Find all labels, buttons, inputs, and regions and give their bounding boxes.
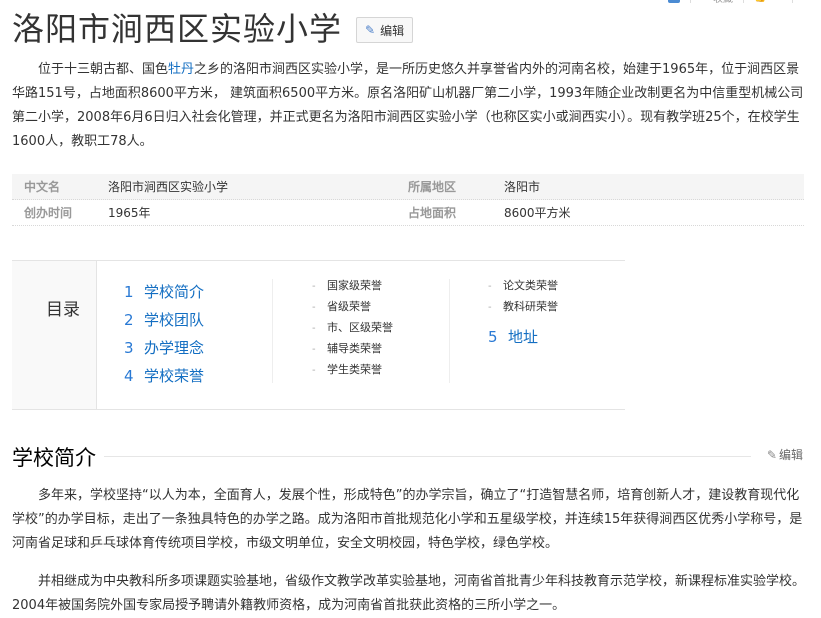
bullet-icon: - bbox=[312, 365, 316, 376]
toc-subitem[interactable]: - 省级荣誉 bbox=[312, 296, 393, 317]
toc-heading: 目录 bbox=[46, 300, 80, 320]
section-title: 学校简介 bbox=[12, 442, 104, 472]
toc-column-1: 1 学校简介 2 学校团队 3 办学理念 4 学校荣誉 bbox=[124, 278, 204, 390]
toc-text: 学校简介 bbox=[144, 283, 205, 301]
toolbar-divider bbox=[743, 0, 745, 3]
toc-subitem[interactable]: - 论文类荣誉 bbox=[488, 275, 558, 296]
intro-text-1: 位于十三朝古都、国色 bbox=[38, 62, 169, 77]
peony-link[interactable]: 牡丹 bbox=[168, 62, 194, 77]
info-value: 1965年 bbox=[108, 206, 151, 220]
toc-subitem[interactable]: - 教科研荣誉 bbox=[488, 296, 558, 317]
pencil-icon: ✎ bbox=[365, 23, 376, 37]
toc-item-philosophy[interactable]: 3 办学理念 bbox=[124, 334, 204, 362]
info-value: 洛阳市 bbox=[504, 180, 541, 194]
toc-subitem-text: 辅导类荣誉 bbox=[327, 342, 382, 355]
bullet-icon: - bbox=[488, 281, 492, 292]
section-divider bbox=[12, 456, 751, 457]
like-count: 97 bbox=[770, 0, 783, 3]
toc-item-honors[interactable]: 4 学校荣誉 bbox=[124, 362, 204, 390]
section-paragraph: 并相继成为中央教科所多项课题实验基地，省级作文教学改革实验基地，河南省首批青少年… bbox=[12, 574, 806, 613]
toc-subitem[interactable]: - 国家级荣誉 bbox=[312, 275, 393, 296]
pencil-icon: ✎ bbox=[766, 448, 777, 462]
intro-paragraph: 位于十三朝古都、国色牡丹之乡的洛阳市涧西区实验小学，是一所历史悠久并享誉省内外的… bbox=[12, 58, 807, 154]
toc-text: 地址 bbox=[508, 328, 539, 346]
toc-num: 3 bbox=[124, 339, 134, 357]
toc-num: 2 bbox=[124, 311, 134, 329]
bullet-icon: - bbox=[312, 323, 316, 334]
edit-button[interactable]: ✎ 编辑 bbox=[356, 17, 414, 43]
bullet-icon: - bbox=[312, 302, 316, 313]
toc-subitem-text: 国家级荣誉 bbox=[327, 279, 382, 292]
share-button[interactable] bbox=[668, 0, 681, 3]
toc-column-2: - 国家级荣誉 - 省级荣誉 - 市、区级荣誉 - 辅导类荣誉 - 学生类荣誉 bbox=[312, 275, 393, 380]
thumb-icon: 👍 bbox=[754, 0, 766, 3]
section-edit-label: 编辑 bbox=[778, 448, 803, 462]
info-row: 中文名 洛阳市涧西区实验小学 所属地区 洛阳市 bbox=[12, 174, 804, 200]
basic-info-table: 中文名 洛阳市涧西区实验小学 所属地区 洛阳市 创办时间 1965年 占地面积 … bbox=[12, 174, 804, 226]
top-toolbar: ★收藏 👍97 ↗0 bbox=[668, 0, 821, 6]
bullet-icon: - bbox=[312, 344, 316, 355]
collect-button[interactable]: ★收藏 bbox=[701, 0, 733, 5]
toc-header: 目录 bbox=[12, 261, 97, 409]
toc-subitem-text: 论文类荣誉 bbox=[503, 279, 558, 292]
toc-subitem[interactable]: - 市、区级荣誉 bbox=[312, 317, 393, 338]
section-edit-button[interactable]: ✎ 编辑 bbox=[767, 446, 803, 463]
share-count-button[interactable]: ↗0 bbox=[803, 0, 821, 3]
share-count: 0 bbox=[815, 0, 821, 3]
collect-label: 收藏 bbox=[713, 0, 733, 5]
table-of-contents: 目录 1 学校简介 2 学校团队 3 办学理念 4 学校荣誉 - 国家级荣誉 - 省级荣誉 … bbox=[12, 260, 625, 410]
share-icon bbox=[668, 0, 681, 3]
toc-item-address[interactable]: 5 地址 bbox=[488, 323, 558, 351]
title-row: 洛阳市涧西区实验小学 ✎ 编辑 bbox=[12, 8, 414, 50]
toc-text: 办学理念 bbox=[144, 339, 205, 357]
toc-text: 学校荣誉 bbox=[144, 367, 205, 385]
toc-column-3: - 论文类荣誉 - 教科研荣誉 5 地址 bbox=[488, 275, 558, 351]
bullet-icon: - bbox=[488, 302, 492, 313]
toc-divider bbox=[272, 279, 273, 383]
toc-text: 学校团队 bbox=[144, 311, 205, 329]
toolbar-divider bbox=[792, 0, 794, 3]
toc-num: 5 bbox=[488, 328, 498, 346]
info-row: 创办时间 1965年 占地面积 8600平方米 bbox=[12, 200, 804, 226]
page-title: 洛阳市涧西区实验小学 bbox=[12, 10, 343, 48]
section-paragraph: 多年来，学校坚持“以人为本，全面育人，发展个性，形成特色”的办学宗旨，确立了“打… bbox=[12, 488, 803, 551]
star-icon: ★ bbox=[701, 0, 710, 3]
info-label: 中文名 bbox=[24, 180, 61, 194]
edit-label: 编辑 bbox=[380, 23, 405, 38]
like-button[interactable]: 👍 97 bbox=[754, 0, 782, 3]
toolbar-divider bbox=[690, 0, 692, 3]
share-arrow-icon: ↗ bbox=[803, 0, 811, 3]
info-label: 所属地区 bbox=[408, 180, 457, 194]
info-label: 创办时间 bbox=[24, 206, 73, 220]
toc-divider bbox=[449, 279, 450, 383]
toc-item-intro[interactable]: 1 学校简介 bbox=[124, 278, 204, 306]
toc-subitem-text: 学生类荣誉 bbox=[327, 363, 382, 376]
toc-subitem[interactable]: - 辅导类荣誉 bbox=[312, 338, 393, 359]
toc-subitem-text: 省级荣誉 bbox=[327, 300, 371, 313]
toc-subitem-text: 市、区级荣誉 bbox=[327, 321, 393, 334]
info-value: 洛阳市涧西区实验小学 bbox=[108, 180, 229, 194]
toc-subitem[interactable]: - 学生类荣誉 bbox=[312, 359, 393, 380]
toc-item-team[interactable]: 2 学校团队 bbox=[124, 306, 204, 334]
bullet-icon: - bbox=[312, 281, 316, 292]
toc-num: 1 bbox=[124, 283, 134, 301]
toc-num: 4 bbox=[124, 367, 134, 385]
section-header: 学校简介 ✎ 编辑 bbox=[12, 440, 803, 476]
info-label: 占地面积 bbox=[408, 206, 457, 220]
info-value: 8600平方米 bbox=[504, 206, 571, 220]
toc-subitem-text: 教科研荣誉 bbox=[503, 300, 558, 313]
